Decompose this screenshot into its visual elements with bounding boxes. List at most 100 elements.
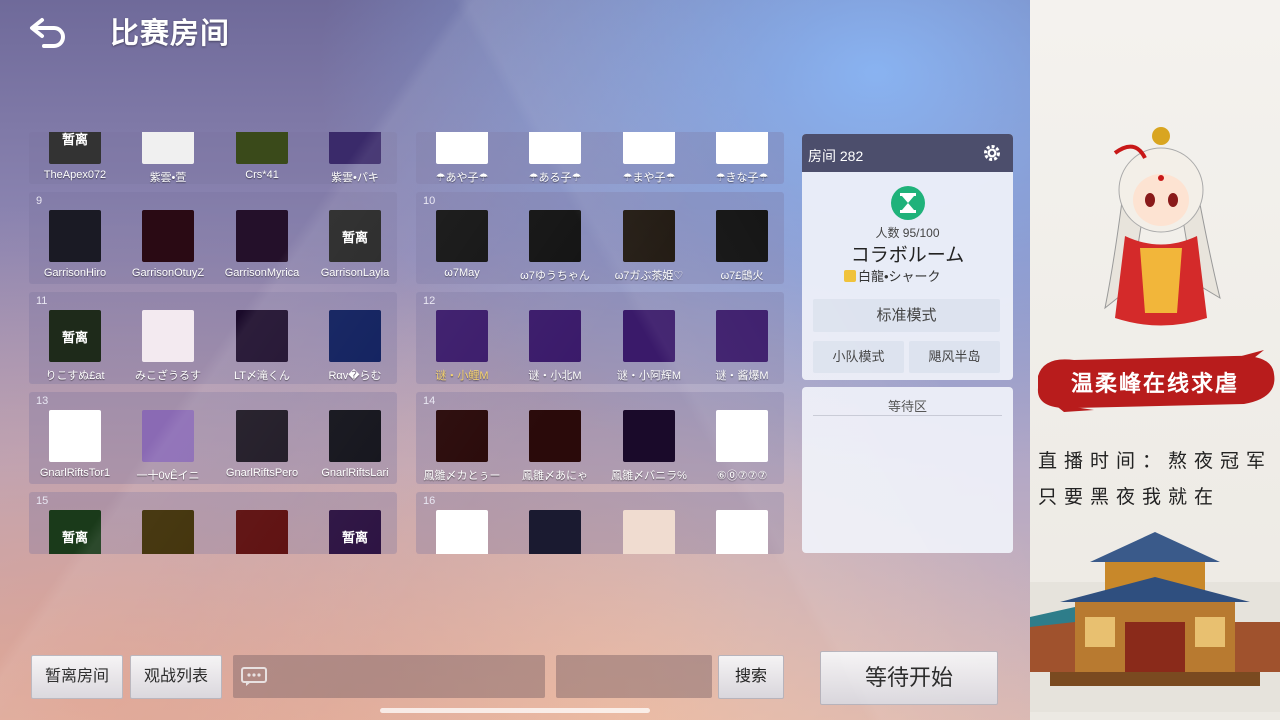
player-card[interactable]: 暂离 — [308, 510, 397, 554]
search-input[interactable] — [556, 655, 712, 698]
player-card[interactable]: 谜・小阿辉M — [602, 310, 696, 383]
team-slot-top-1[interactable]: 暂离 TheApex072 紫雲•萱 Crs*41 紫雲•パキ — [29, 132, 397, 184]
player-card[interactable]: 暂离りこすぬ£at — [29, 310, 122, 383]
player-name: りこすぬ£at — [45, 370, 105, 382]
player-avatar: 暂离 — [49, 510, 101, 554]
player-card[interactable]: GarrisonOtuyZ — [121, 210, 215, 279]
player-avatar — [623, 410, 675, 462]
player-avatar: 暂离 — [49, 310, 101, 362]
player-name: GnarlRiftsPero — [225, 467, 299, 479]
team-slot-12[interactable]: 12 谜・小鲤M 谜・小北M 谜・小阿辉M 谜・酱爆M — [416, 292, 784, 384]
player-name: ☂きな子☂ — [715, 172, 769, 184]
player-card[interactable]: 暂离 GarrisonLayla — [308, 210, 397, 279]
team-slot-16[interactable]: 16 — [416, 492, 784, 554]
player-card[interactable]: ω7May — [416, 210, 509, 279]
player-card[interactable]: 紫雲•パキ — [308, 132, 397, 184]
player-avatar — [142, 510, 194, 554]
player-card[interactable] — [215, 510, 309, 554]
player-card[interactable]: 暂离 TheApex072 — [29, 132, 122, 181]
player-avatar — [529, 210, 581, 262]
stream-overlay-panel: 温柔峰在线求虐 直播时间：熬夜冠军 只要黑夜我就在 — [1030, 0, 1280, 720]
player-name: ω7ガぶ茶姫♡ — [614, 270, 684, 282]
team-slot-top-2[interactable]: ☂あや子☂ ☂ある子☂ ☂まや子☂ ☂きな子☂ — [416, 132, 784, 184]
wait-start-button[interactable]: 等待开始 — [820, 651, 998, 705]
player-card[interactable] — [121, 510, 215, 554]
player-card[interactable]: ω7ゆうちゃん — [508, 210, 602, 283]
player-card[interactable]: 谜・小北M — [508, 310, 602, 383]
player-card[interactable]: ☂まや子☂ — [602, 132, 696, 184]
player-card[interactable] — [416, 510, 509, 554]
team-slot-15[interactable]: 15 暂离 暂离 — [29, 492, 397, 554]
team-slot-9[interactable]: 9 GarrisonHiro GarrisonOtuyZ GarrisonMyrica… — [29, 192, 397, 284]
player-card[interactable]: 紫雲•萱 — [121, 132, 215, 184]
player-avatar — [716, 410, 768, 462]
player-card[interactable]: ☂あや子☂ — [416, 132, 509, 184]
team-slot-14[interactable]: 14 鳳雛〆カとぅー 鳳雛〆あにゃ 鳳雛〆バニラ℅ ⑥⓪⑦⑦⑦ — [416, 392, 784, 484]
chat-bubble-icon — [241, 667, 267, 686]
team-slot-13[interactable]: 13 GnarlRiftsTor1 一十0vÊイニ GnarlRiftsPero Gna… — [29, 392, 397, 484]
player-avatar — [436, 132, 488, 164]
player-avatar — [236, 132, 288, 164]
player-card[interactable]: 鳳雛〆バニラ℅ — [602, 410, 696, 483]
player-card[interactable]: GnarlRiftsLari — [308, 410, 397, 479]
team-mode-button[interactable]: 小队模式 — [813, 341, 904, 373]
player-card[interactable] — [695, 510, 784, 554]
home-indicator[interactable] — [380, 708, 650, 713]
search-button[interactable]: 搜索 — [718, 655, 784, 699]
player-avatar — [623, 310, 675, 362]
team-slot-10[interactable]: 10 ω7May ω7ゆうちゃん ω7ガぶ茶姫♡ ω7£鴟火 — [416, 192, 784, 284]
player-avatar: 暂离 — [49, 132, 101, 164]
player-card[interactable]: GarrisonMyrica — [215, 210, 309, 279]
player-avatar — [142, 310, 194, 362]
team-number: 12 — [423, 295, 436, 307]
hourglass-icon — [891, 186, 925, 220]
shop-building-illustration — [1030, 532, 1280, 712]
player-card[interactable]: ☂ある子☂ — [508, 132, 602, 184]
map-select-button[interactable]: 飓风半岛 — [909, 341, 1000, 373]
player-card[interactable]: ω7ガぶ茶姫♡ — [602, 210, 696, 283]
player-name: TheApex072 — [43, 169, 107, 181]
player-card[interactable]: 暂离 — [29, 510, 122, 554]
player-avatar — [529, 510, 581, 554]
team-number: 15 — [36, 495, 49, 507]
player-card[interactable]: Rαv�らむ — [308, 310, 397, 383]
player-card[interactable]: Crs*41 — [215, 132, 309, 181]
back-arrow-icon[interactable] — [26, 14, 70, 50]
player-card[interactable]: 谜・小鲤M — [416, 310, 509, 383]
player-avatar — [142, 132, 194, 164]
spectate-list-button[interactable]: 观战列表 — [130, 655, 222, 699]
streamer-banner: 温柔峰在线求虐 — [1070, 371, 1239, 396]
team-slot-11[interactable]: 11 暂离 りこすぬ£at みこざうるす LT〆滝くん Rαv�らむ — [29, 292, 397, 384]
player-avatar: 暂离 — [329, 510, 381, 554]
team-number: 9 — [36, 195, 43, 207]
player-card[interactable]: GnarlRiftsTor1 — [29, 410, 122, 479]
player-name: GarrisonLayla — [320, 267, 390, 279]
player-card[interactable] — [602, 510, 696, 554]
waiting-area-title: 等待区 — [887, 399, 927, 414]
player-card[interactable]: ⑥⓪⑦⑦⑦ — [695, 410, 784, 483]
player-card[interactable]: 谜・酱爆M — [695, 310, 784, 383]
player-card[interactable]: ☂きな子☂ — [695, 132, 784, 184]
player-card[interactable]: 鳳雛〆あにゃ — [508, 410, 602, 483]
chat-input[interactable] — [233, 655, 545, 698]
player-avatar — [716, 310, 768, 362]
team-number: 16 — [423, 495, 436, 507]
player-avatar — [623, 210, 675, 262]
player-card[interactable]: みこざうるす — [121, 310, 215, 383]
player-avatar — [329, 132, 381, 164]
player-card[interactable]: GarrisonHiro — [29, 210, 122, 279]
player-avatar — [436, 510, 488, 554]
divider — [813, 415, 1002, 416]
player-avatar — [236, 210, 288, 262]
player-card[interactable]: LT〆滝くん — [215, 310, 309, 383]
player-card[interactable]: GnarlRiftsPero — [215, 410, 309, 479]
player-avatar — [329, 310, 381, 362]
player-card[interactable] — [508, 510, 602, 554]
gear-icon[interactable] — [982, 143, 1002, 163]
player-card[interactable]: ω7£鴟火 — [695, 210, 784, 283]
standard-mode-button[interactable]: 标准模式 — [813, 299, 1000, 332]
player-name: 谜・小阿辉M — [616, 370, 682, 382]
player-card[interactable]: 一十0vÊイニ — [121, 410, 215, 483]
player-card[interactable]: 鳳雛〆カとぅー — [416, 410, 509, 483]
away-room-button[interactable]: 暂离房间 — [31, 655, 123, 699]
